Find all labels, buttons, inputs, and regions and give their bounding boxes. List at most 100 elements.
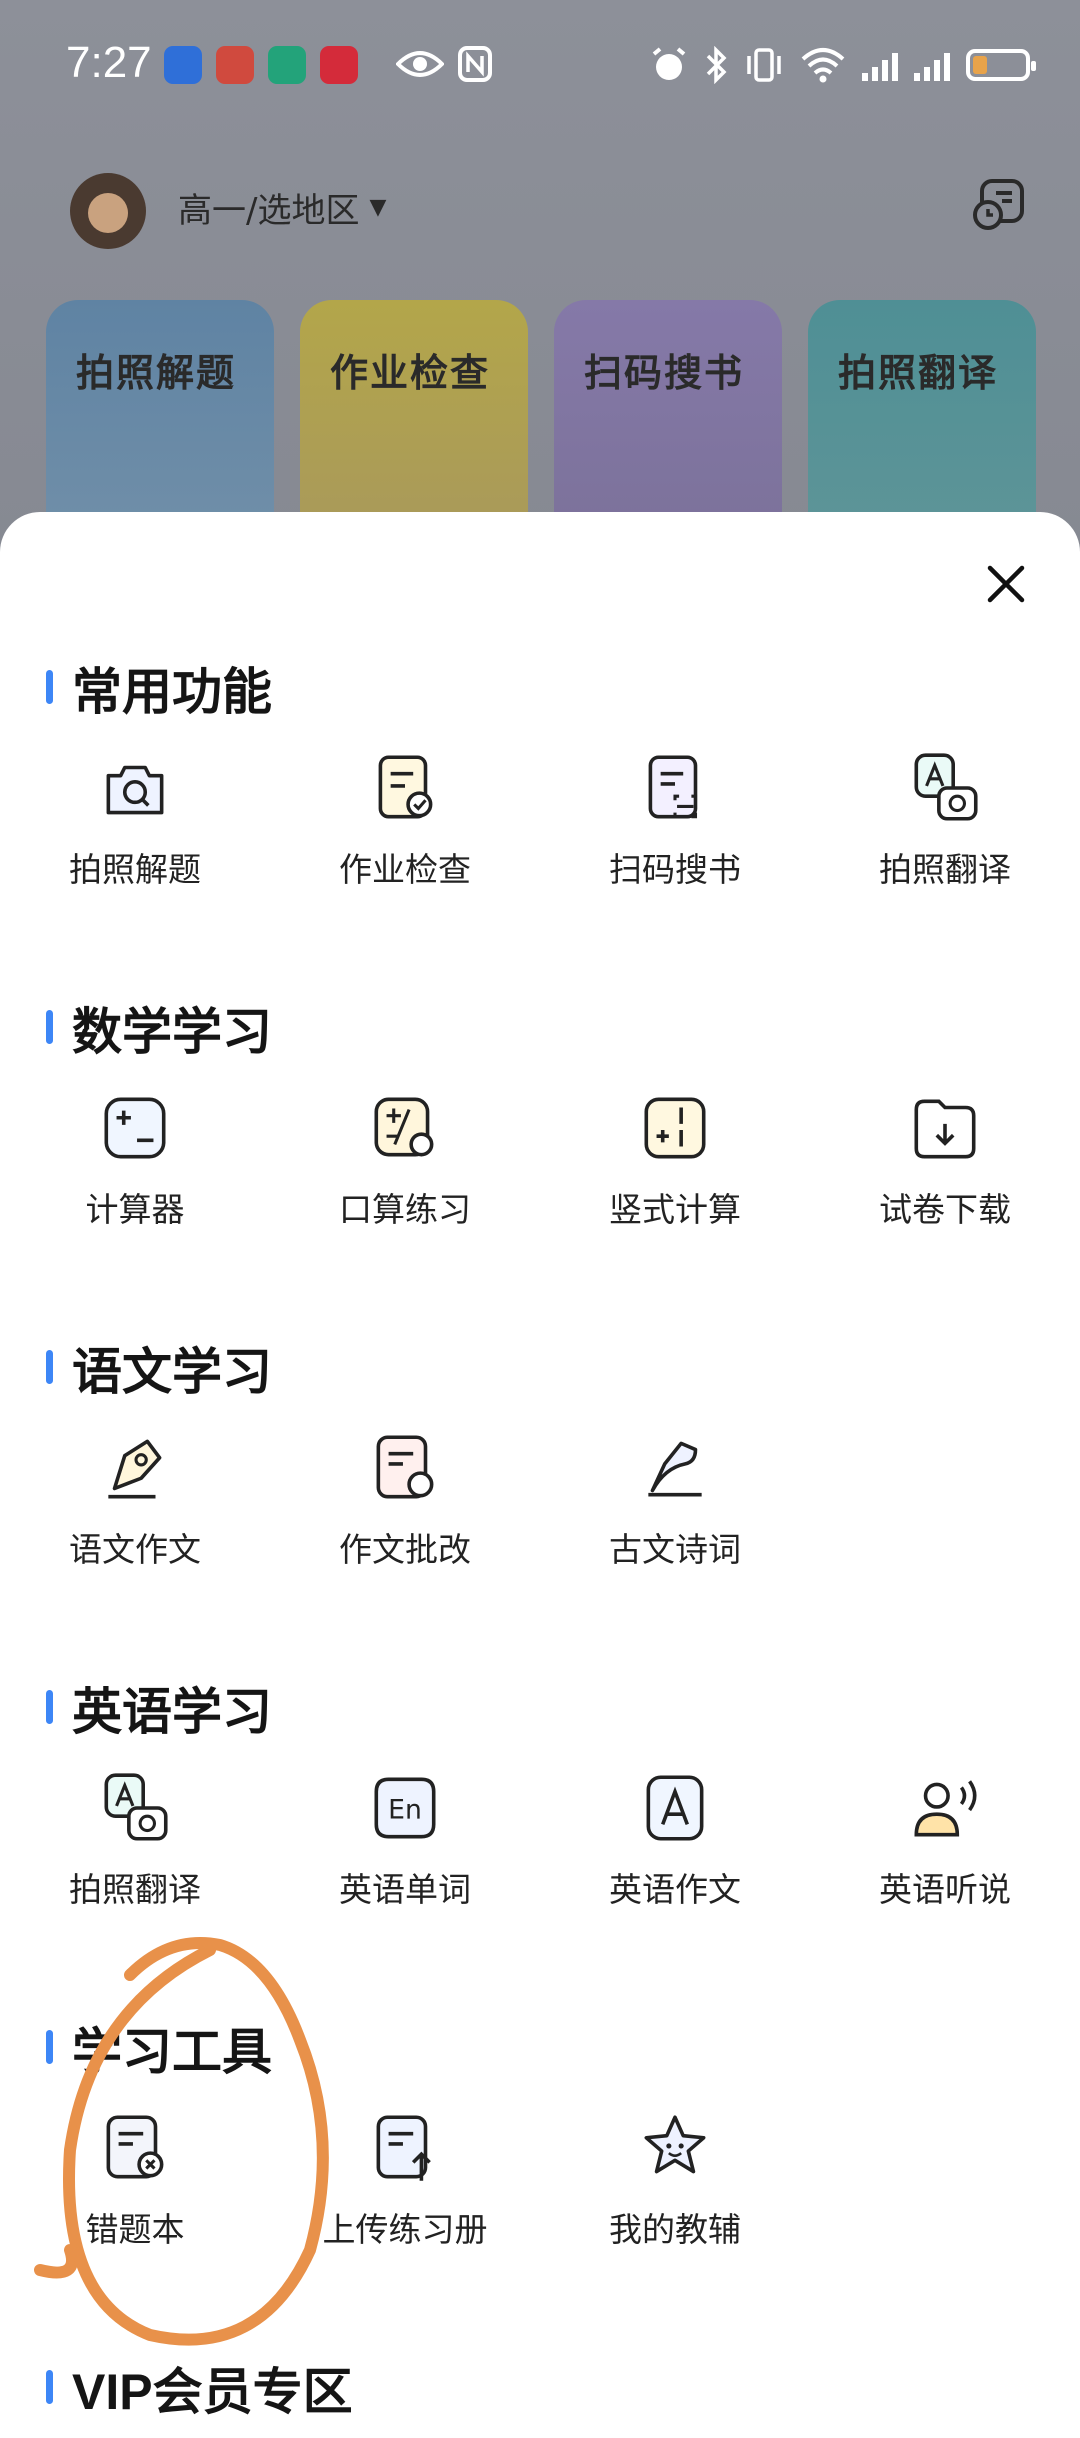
section-title: 数学学习 — [72, 1004, 272, 1060]
item-label: 拍照翻译 — [69, 1870, 201, 1909]
caret-down-icon: ▼ — [369, 195, 387, 220]
item-label: 竖式计算 — [609, 1190, 741, 1229]
item-label: 拍照翻译 — [879, 850, 1011, 889]
essay-correct-icon — [376, 1435, 434, 1499]
item-photo-solve[interactable]: 拍照解题 — [0, 747, 270, 917]
item-my-materials[interactable]: 我的教辅 — [540, 2107, 810, 2277]
calculator-icon — [104, 1097, 166, 1159]
item-poetry[interactable]: 古文诗词 — [540, 1427, 810, 1597]
item-mental-math[interactable]: 口算练习 — [270, 1087, 540, 1257]
item-calculator[interactable]: 计算器 — [0, 1087, 270, 1257]
nfc-icon — [458, 46, 492, 82]
paper-download-icon — [914, 1099, 976, 1159]
item-label: 古文诗词 — [609, 1530, 741, 1569]
item-chinese-essay[interactable]: 语文作文 — [0, 1427, 270, 1597]
item-label: 英语单词 — [339, 1870, 471, 1909]
item-label: 拍照解题 — [69, 850, 201, 889]
section-accent-bar — [46, 2370, 53, 2404]
tile-label: 扫码搜书 — [584, 351, 745, 395]
item-label: 作文批改 — [339, 1530, 471, 1569]
section-accent-bar — [46, 1690, 53, 1724]
photo-translate-icon — [914, 753, 978, 821]
item-label: 计算器 — [85, 1190, 185, 1229]
item-label: 语文作文 — [69, 1530, 201, 1569]
section-accent-bar — [46, 1350, 53, 1384]
mistake-book-icon — [106, 2115, 164, 2179]
photo-translate-icon — [104, 1773, 168, 1841]
item-label: 错题本 — [85, 2210, 185, 2249]
poetry-icon — [648, 1441, 702, 1497]
homework-check-icon — [378, 755, 433, 819]
item-photo-translate[interactable]: 拍照翻译 — [810, 747, 1080, 917]
svg-text:En: En — [388, 1794, 422, 1825]
app-notification-icon — [164, 46, 202, 84]
item-label: 试卷下载 — [879, 1190, 1011, 1229]
item-vertical-calc[interactable]: 竖式计算 — [540, 1087, 810, 1257]
section-items: 计算器 口算练习 竖式计算 试卷下载 — [0, 1087, 1080, 1257]
status-icons — [650, 40, 1036, 90]
item-paper-download[interactable]: 试卷下载 — [810, 1087, 1080, 1257]
wifi-icon — [801, 48, 845, 83]
tile-label: 作业检查 — [330, 351, 491, 395]
item-essay-correct[interactable]: 作文批改 — [270, 1427, 540, 1597]
vertical-calc-icon — [644, 1097, 706, 1159]
item-label: 口算练习 — [339, 1190, 471, 1229]
signal-icon — [914, 49, 950, 81]
grade-region-label: 高一/选地区 — [178, 191, 360, 231]
item-homework-check[interactable]: 作业检查 — [270, 747, 540, 917]
battery-icon — [966, 49, 1036, 81]
item-label: 英语听说 — [879, 1870, 1011, 1909]
section-accent-bar — [46, 670, 53, 704]
section-accent-bar — [46, 1010, 53, 1044]
section-title: 学习工具 — [72, 2024, 272, 2080]
app-notification-icon — [268, 46, 306, 84]
listening-speaking-icon — [914, 1780, 977, 1837]
item-label: 作业检查 — [339, 850, 471, 889]
close-icon[interactable] — [976, 554, 1036, 614]
my-materials-icon — [644, 2115, 706, 2174]
section-items: 拍照翻译 En 英语单词 英语作文 英语听说 — [0, 1767, 1080, 1937]
item-label: 上传练习册 — [322, 2210, 488, 2249]
item-listening-speaking[interactable]: 英语听说 — [810, 1767, 1080, 1937]
section-title: 常用功能 — [72, 664, 272, 720]
grade-region-selector[interactable]: 高一/选地区 ▼ — [178, 183, 386, 232]
tile-label: 拍照翻译 — [838, 351, 999, 395]
status-time: 7:27 — [66, 38, 152, 87]
item-upload-workbook[interactable]: 上传练习册 — [270, 2107, 540, 2277]
item-photo-translate-en[interactable]: 拍照翻译 — [0, 1767, 270, 1937]
section-title: VIP会员专区 — [72, 2364, 353, 2420]
scan-book-icon — [648, 755, 698, 819]
section-items: 错题本 上传练习册 我的教辅 — [0, 2107, 1080, 2277]
history-icon[interactable] — [970, 175, 1030, 235]
item-label: 英语作文 — [609, 1870, 741, 1909]
camera-search-icon — [106, 765, 164, 815]
avatar[interactable] — [70, 173, 146, 249]
item-mistake-book[interactable]: 错题本 — [0, 2107, 270, 2277]
english-essay-icon — [646, 1775, 704, 1841]
english-words-icon: En — [374, 1777, 436, 1839]
eye-icon — [396, 51, 444, 77]
section-title: 英语学习 — [72, 1684, 272, 1740]
app-notification-icon — [320, 46, 358, 84]
tile-label: 拍照解题 — [76, 351, 237, 395]
section-title: 语文学习 — [72, 1344, 272, 1400]
vibrate-icon — [747, 48, 781, 82]
pen-nib-icon — [108, 1439, 162, 1499]
section-items: 拍照解题 作业检查 扫码搜书 拍照翻译 — [0, 747, 1080, 917]
top-header: 高一/选地区 ▼ — [0, 165, 1080, 255]
bluetooth-icon — [706, 46, 727, 84]
item-label: 我的教辅 — [609, 2210, 741, 2249]
item-scan-book[interactable]: 扫码搜书 — [540, 747, 810, 917]
section-items: 语文作文 作文批改 古文诗词 — [0, 1427, 1080, 1597]
section-accent-bar — [46, 2030, 53, 2064]
item-label: 扫码搜书 — [609, 850, 741, 889]
app-notification-icon — [216, 46, 254, 84]
alarm-icon — [652, 47, 686, 80]
all-features-sheet: 常用功能 拍照解题 作业检查 扫码搜书 拍照翻译 数学学习 计算器 口算练习 竖… — [0, 512, 1080, 2438]
item-english-words[interactable]: En 英语单词 — [270, 1767, 540, 1937]
status-bar: 7:27 — [0, 0, 1080, 135]
signal-icon — [862, 49, 898, 81]
item-english-essay[interactable]: 英语作文 — [540, 1767, 810, 1937]
upload-workbook-icon — [376, 2115, 431, 2181]
mental-math-icon — [374, 1097, 434, 1157]
